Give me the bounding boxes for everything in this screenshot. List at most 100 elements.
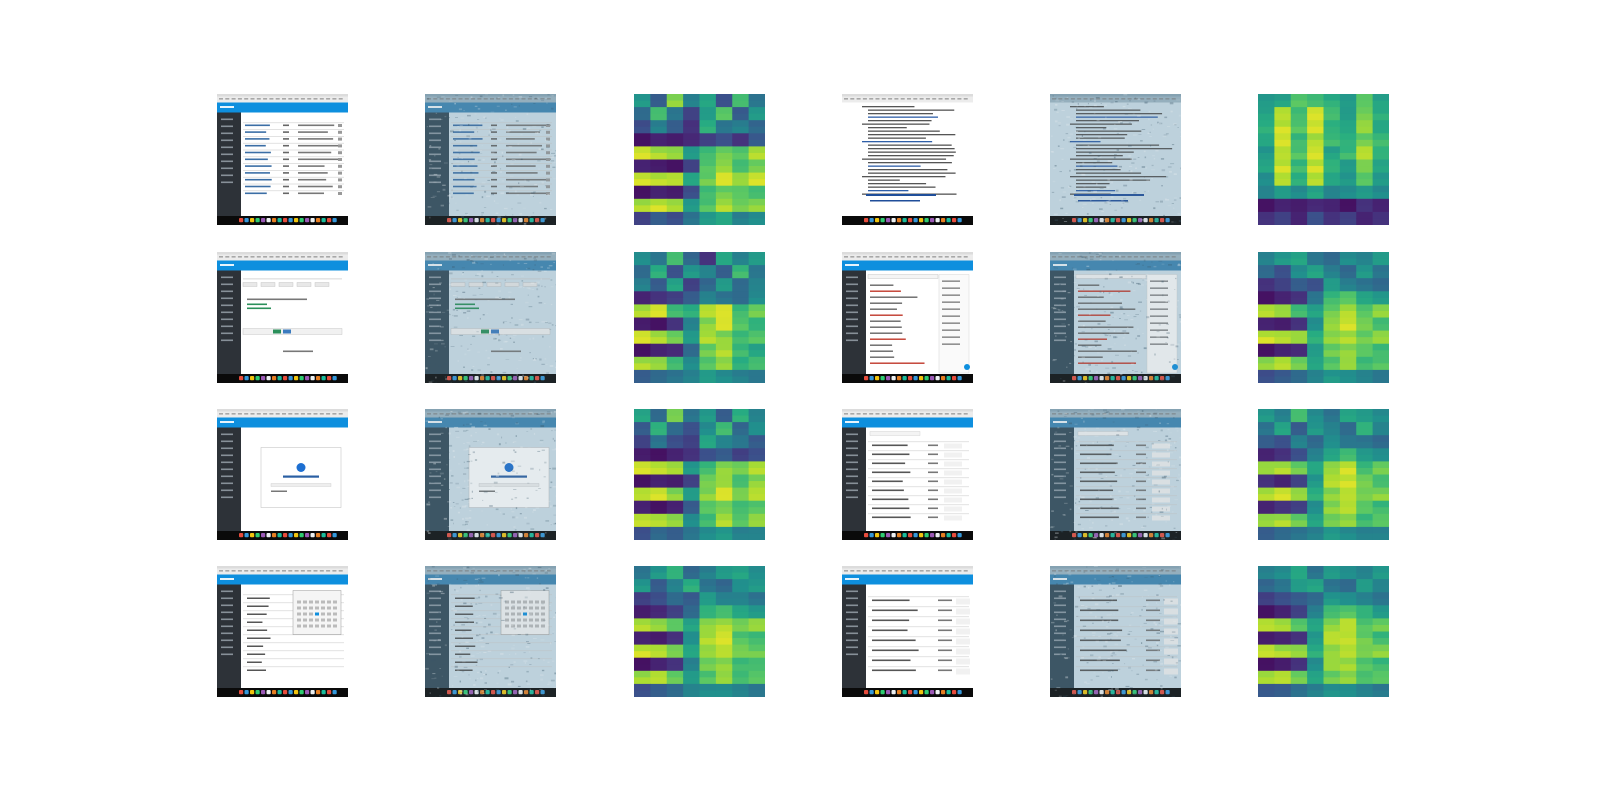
heatmap-cell	[732, 579, 750, 587]
heatmap-cell	[1274, 284, 1292, 292]
heatmap-cell	[1258, 474, 1275, 482]
heatmap-cell	[699, 133, 717, 141]
heatmap-cell	[1323, 159, 1341, 167]
heatmap-cell	[1274, 690, 1292, 697]
heatmap-panel	[1258, 409, 1389, 540]
heatmap-cell	[1290, 100, 1308, 108]
heatmap-cell	[1307, 638, 1325, 646]
heatmap-cell	[1372, 422, 1389, 430]
heatmap-cell	[666, 297, 684, 305]
heatmap-cell	[715, 651, 733, 659]
heatmap-cell	[683, 690, 701, 697]
heatmap-cell	[634, 422, 651, 430]
heatmap-cell	[650, 572, 668, 580]
heatmap-cell	[715, 598, 733, 606]
heatmap-cell	[1290, 572, 1308, 580]
heatmap-cell	[1307, 454, 1325, 462]
heatmap-cell	[1274, 664, 1292, 672]
heatmap-cell	[1290, 284, 1308, 292]
heatmap-cell	[1372, 139, 1389, 147]
heatmap-cell	[748, 507, 765, 515]
heatmap-cell	[683, 310, 701, 318]
heatmap-cell	[1323, 487, 1341, 495]
heatmap-cell	[650, 369, 668, 377]
heatmap-cell	[683, 487, 701, 495]
heatmap-cell	[1323, 350, 1341, 358]
heatmap-cell	[683, 598, 701, 606]
heatmap-cell	[699, 507, 717, 515]
heatmap-cell	[1339, 166, 1357, 174]
heatmap-cell	[1356, 265, 1374, 273]
heatmap-cell	[1372, 198, 1389, 206]
heatmap-cell	[1258, 690, 1275, 697]
heatmap-cell	[1290, 481, 1308, 489]
heatmap-cell	[715, 572, 733, 580]
heatmap-cell	[1339, 376, 1357, 383]
heatmap-cell	[683, 441, 701, 449]
heatmap-cell	[1290, 618, 1308, 626]
heatmap-cell	[1356, 683, 1374, 691]
heatmap-cell	[1372, 618, 1389, 626]
heatmap-cell	[634, 579, 651, 587]
heatmap-cell	[1258, 356, 1275, 364]
heatmap-cell	[1323, 624, 1341, 632]
heatmap-cell	[1356, 448, 1374, 456]
heatmap-cell	[1339, 611, 1357, 619]
heatmap-cell	[683, 146, 701, 154]
heatmap-cell	[634, 454, 651, 462]
heatmap-cell	[1323, 252, 1341, 260]
heatmap-cell	[1258, 513, 1275, 521]
heatmap-cell	[1339, 172, 1357, 180]
heatmap-cell	[715, 258, 733, 266]
heatmap-cell	[1258, 664, 1275, 672]
heatmap-cell	[634, 356, 651, 364]
heatmap-cell	[634, 258, 651, 266]
heatmap-cell	[1274, 507, 1292, 515]
heatmap-cell	[1290, 369, 1308, 377]
heatmap-cell	[634, 211, 651, 219]
heatmap-cell	[715, 624, 733, 632]
heatmap-cell	[1258, 500, 1275, 508]
heatmap-cell	[1372, 664, 1389, 672]
heatmap-cell	[650, 611, 668, 619]
noisy-screenshot-thumbnail	[1050, 566, 1181, 697]
heatmap-cell	[650, 166, 668, 174]
heatmap-cell	[634, 350, 651, 358]
heatmap-cell	[715, 435, 733, 443]
heatmap-cell	[1274, 435, 1292, 443]
heatmap-cell	[1372, 113, 1389, 121]
heatmap-cell	[1372, 211, 1389, 219]
heatmap-cell	[650, 343, 668, 351]
heatmap-cell	[1274, 409, 1292, 417]
heatmap-cell	[683, 618, 701, 626]
heatmap-cell	[1290, 454, 1308, 462]
heatmap-cell	[1372, 107, 1389, 115]
heatmap-cell	[666, 428, 684, 436]
heatmap-cell	[1372, 526, 1389, 534]
heatmap-cell	[1307, 513, 1325, 521]
heatmap-cell	[1356, 422, 1374, 430]
heatmap-cell	[1258, 297, 1275, 305]
heatmap-cell	[1356, 566, 1374, 574]
heatmap-cell	[748, 677, 765, 685]
heatmap-cell	[1274, 179, 1292, 187]
heatmap-panel	[1258, 566, 1389, 697]
heatmap-cell	[1307, 179, 1325, 187]
heatmap-cell	[732, 297, 750, 305]
heatmap-cell	[1372, 657, 1389, 665]
heatmap-cell	[1372, 284, 1389, 292]
heatmap-cell	[650, 638, 668, 646]
heatmap-cell	[748, 343, 765, 351]
heatmap-cell	[650, 376, 668, 383]
heatmap-cell	[1307, 265, 1325, 273]
heatmap	[1258, 566, 1389, 697]
heatmap-cell	[1258, 526, 1275, 534]
heatmap-cell	[666, 572, 684, 580]
heatmap-cell	[1372, 350, 1389, 358]
heatmap-cell	[1372, 690, 1389, 697]
heatmap-cell	[1258, 520, 1275, 528]
noisy-screenshot	[1050, 94, 1181, 225]
heatmap-cell	[699, 454, 717, 462]
heatmap-cell	[666, 461, 684, 469]
screenshot-content	[1050, 94, 1181, 225]
